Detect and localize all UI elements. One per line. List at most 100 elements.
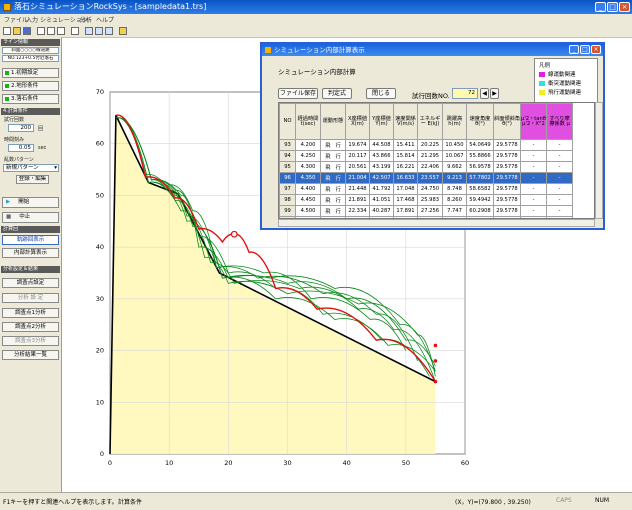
table-cell: 15.411	[393, 139, 418, 151]
table-cell: 94	[279, 150, 296, 162]
formula-button[interactable]: 判定式	[322, 88, 352, 99]
internal-calc-display-button[interactable]: 内部計算表示	[2, 248, 59, 258]
dialog-minimize-button[interactable]: _	[569, 45, 579, 54]
internal-calc-dialog: シミュレーション内部計算表示 _ □ × シミュレーション内部計算 ファイル保存…	[260, 42, 605, 230]
table-view-icon[interactable]	[95, 27, 103, 35]
file-save-button[interactable]: ファイル保存	[278, 88, 318, 99]
rock-condition-label: 3.落石条件	[11, 96, 39, 102]
y-tick-label: 70	[96, 88, 104, 96]
table-cell: 40.287	[369, 205, 394, 217]
x-tick-label: 20	[224, 459, 232, 467]
save-icon[interactable]	[23, 27, 31, 35]
horizontal-scrollbar[interactable]	[278, 219, 595, 227]
survey-point-1-analysis-button[interactable]: 調査点1分析	[2, 308, 59, 318]
rock-condition-button[interactable]: 3.落石条件	[2, 94, 59, 104]
column-header: X座標値 X(m)	[345, 103, 370, 140]
legend-swatch	[539, 72, 545, 77]
table-cell: -	[520, 150, 547, 162]
stop-button[interactable]: ■ 中止	[2, 212, 59, 223]
cut-icon[interactable]	[37, 27, 45, 35]
dialog-title-bar: シミュレーション内部計算表示 _ □ ×	[262, 44, 603, 56]
menu-bar: ファイル 入力 シミュレーション 分析 ヘルプ	[0, 14, 632, 25]
table-cell: 24.750	[417, 183, 443, 195]
chart-view-icon[interactable]	[105, 27, 113, 35]
table-cell: -	[520, 139, 547, 151]
table-cell: 42.507	[369, 172, 394, 184]
menu-analysis[interactable]: 分析	[80, 15, 92, 24]
dialog-maximize-button[interactable]: □	[580, 45, 590, 54]
line-info-box-1: 斜面○○○○線道路	[2, 47, 59, 54]
legend-label: 飛行運動関連	[548, 90, 582, 96]
table-row[interactable]: 98 4.450 飛 行 21.891 41.051 17.468 25.983 8.260 5…	[279, 194, 573, 206]
survey-point-setting-button[interactable]: 調査点設定	[2, 278, 59, 288]
table-cell: 29.5778	[493, 172, 521, 184]
paste-icon[interactable]	[57, 27, 65, 35]
table-cell: 29.5778	[493, 150, 521, 162]
table-cell: 20.117	[345, 150, 370, 162]
table-row[interactable]: 96 4.350 飛 行 21.004 42.507 16.633 23.557 9.213 5…	[279, 172, 573, 184]
legend-box: 凡例 線運動関連 衝突運動関連 飛行運動関連	[534, 58, 598, 103]
start-button[interactable]: ▶ 開始	[2, 197, 59, 208]
table-cell: 43.866	[369, 150, 394, 162]
current-position-marker	[230, 230, 238, 238]
grid-view-icon[interactable]	[85, 27, 93, 35]
open-folder-icon[interactable]	[13, 27, 21, 35]
table-cell: 4.500	[295, 205, 321, 217]
trial-count-input[interactable]: 200	[8, 124, 34, 132]
trial-next-button[interactable]: ▶	[490, 88, 499, 99]
legend-item-flight: 飛行運動関連	[539, 88, 581, 96]
table-cell: 23.557	[417, 172, 443, 184]
table-cell: 29.5778	[493, 194, 521, 206]
menu-input[interactable]: 入力	[26, 15, 38, 24]
analysis-setting-button[interactable]: 分析 設 定	[2, 293, 59, 303]
terrain-condition-button[interactable]: 2.地形条件	[2, 81, 59, 91]
stop-label: 中止	[19, 214, 31, 220]
help-icon[interactable]	[119, 27, 127, 35]
menu-help[interactable]: ヘルプ	[96, 15, 114, 24]
table-cell: 飛 行	[320, 172, 346, 184]
initial-setting-button[interactable]: 1.初期設定	[2, 68, 59, 78]
table-row[interactable]: 97 4.400 飛 行 21.448 41.792 17.048 24.750 8.748 5…	[279, 183, 573, 195]
copy-icon[interactable]	[47, 27, 55, 35]
menu-file[interactable]: ファイル	[4, 15, 28, 24]
table-cell: 4.350	[295, 172, 321, 184]
table-cell: 飛 行	[320, 194, 346, 206]
table-cell: 41.792	[369, 183, 394, 195]
new-file-icon[interactable]	[3, 27, 11, 35]
table-cell: 飛 行	[320, 150, 346, 162]
table-row[interactable]: 95 4.300 飛 行 20.561 43.199 16.221 22.406 9.662 5…	[279, 161, 573, 173]
survey-point-2-analysis-button[interactable]: 調査点2分析	[2, 322, 59, 332]
table-cell: 27.256	[417, 205, 443, 217]
column-header: 斜面傾斜角 θ(°)	[493, 103, 521, 140]
vertical-scrollbar[interactable]	[595, 102, 603, 219]
column-header: 速度関係 V(m/s)	[393, 103, 418, 140]
analysis-result-list-button[interactable]: 分析結果一覧	[2, 350, 59, 360]
dialog-close-button[interactable]: ×	[591, 45, 601, 54]
table-row[interactable]: 99 4.500 飛 行 22.334 40.287 17.891 27.256 7.747 6…	[279, 205, 573, 217]
print-icon[interactable]	[71, 27, 79, 35]
dialog-title: シミュレーション内部計算表示	[274, 46, 365, 54]
trial-prev-button[interactable]: ◀	[480, 88, 489, 99]
maximize-button[interactable]: □	[607, 2, 618, 12]
trajectory-end-point	[433, 359, 438, 363]
table-row[interactable]: 93 4.200 飛 行 19.674 44.508 15.411 20.225 10.450…	[279, 139, 573, 151]
random-pattern-label: 乱数パターン	[4, 157, 34, 163]
close-button[interactable]: ×	[619, 2, 630, 12]
trajectory-display-button[interactable]: 軌跡回表示	[2, 235, 59, 245]
time-interval-unit: sec	[38, 145, 47, 151]
dialog-close-text-button[interactable]: 閉じる	[366, 88, 396, 99]
section-calc-times: 計算回	[1, 226, 60, 233]
random-pattern-select[interactable]: 新規パターン ▾	[3, 164, 59, 172]
table-cell: -	[520, 194, 547, 206]
trial-no-input[interactable]: 72	[452, 88, 478, 99]
table-cell: 58.6582	[466, 183, 494, 195]
minimize-button[interactable]: _	[595, 2, 606, 12]
table-cell: 54.0649	[466, 139, 494, 151]
legend-swatch	[539, 81, 545, 86]
table-row[interactable]: 94 4.250 飛 行 20.117 43.866 15.814 21.295 10.067…	[279, 150, 573, 162]
survey-point-3-analysis-button[interactable]: 調査点3分析	[2, 336, 59, 346]
y-tick-label: 10	[96, 398, 104, 406]
register-edit-button[interactable]: 登録・編集	[16, 175, 49, 184]
time-interval-input[interactable]: 0.05	[8, 144, 34, 152]
table-cell: 41.051	[369, 194, 394, 206]
